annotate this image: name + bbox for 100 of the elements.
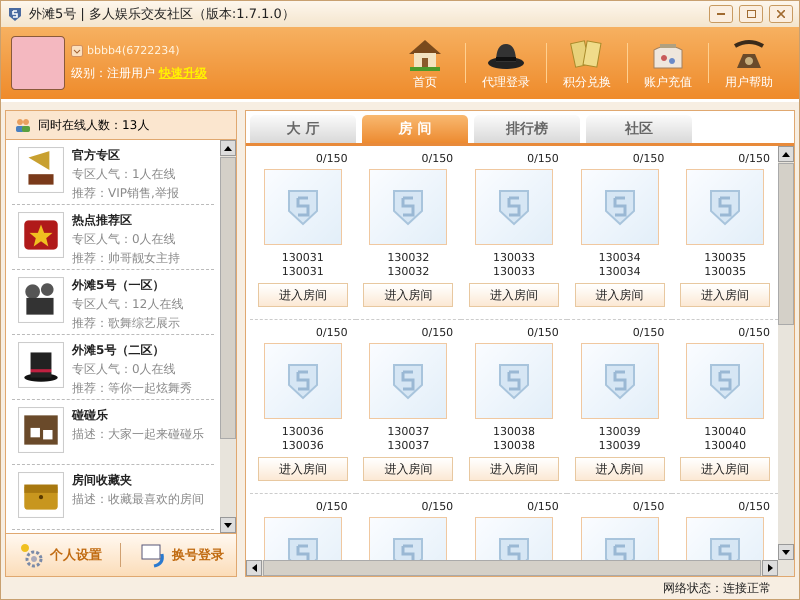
- maximize-button[interactable]: [739, 5, 763, 23]
- shield-logo-icon: [286, 187, 320, 227]
- room-number: 130035: [704, 251, 746, 265]
- room-name: 130031: [282, 265, 324, 279]
- room-number: 130034: [598, 251, 641, 265]
- room-name: 130037: [387, 439, 430, 453]
- users-icon: [14, 117, 32, 133]
- room-thumbnail[interactable]: [264, 343, 342, 419]
- zone-info: 描述：收藏最喜欢的房间: [72, 491, 204, 508]
- occupancy-count: 0/150: [738, 500, 771, 513]
- left-arrow-icon: [252, 564, 256, 572]
- down-arrow-icon: [224, 522, 232, 528]
- zone-info: 推荐：帅哥靓女主持: [72, 250, 180, 267]
- shield-logo-icon: [391, 187, 426, 227]
- zone-title: 房间收藏夹: [72, 472, 133, 489]
- room-thumbnail[interactable]: [369, 343, 448, 419]
- occupancy-count: 0/150: [527, 500, 560, 513]
- occupancy-count: 0/150: [316, 152, 349, 165]
- zone-item[interactable]: 碰碰乐 描述：大家一起来碰碰乐: [12, 400, 214, 465]
- down-arrow-icon: [782, 550, 790, 554]
- zone-info: 推荐：歌舞综艺展示: [72, 315, 181, 332]
- room-thumbnail[interactable]: [474, 343, 553, 419]
- window-title: 外滩5号 | 多人娱乐交友社区（版本:1.7.1.0）: [29, 6, 296, 23]
- up-arrow-icon: [782, 152, 790, 156]
- room-number: 130038: [492, 425, 535, 439]
- occupancy-count: 0/150: [632, 152, 666, 165]
- room-name: 130033: [492, 265, 535, 279]
- top-hat-icon: [18, 342, 64, 388]
- zone-item[interactable]: 外滩5号（二区） 专区人气：0人在线 推荐：等你一起炫舞秀: [12, 335, 214, 400]
- up-arrow-icon: [224, 146, 232, 150]
- zone-info: 专区人气：0人在线: [72, 361, 177, 378]
- room-thumbnail[interactable]: [580, 169, 659, 245]
- zone-info: 专区人气：12人在线: [72, 296, 184, 313]
- room-name: 130035: [704, 265, 746, 279]
- tab[interactable]: 大 厅: [250, 115, 356, 143]
- room-number: 130040: [704, 425, 746, 439]
- occupancy-count: 0/150: [421, 326, 454, 339]
- occupancy-count: 0/150: [316, 500, 349, 513]
- app-logo-icon: [7, 6, 23, 22]
- avatar-picture: [11, 36, 65, 90]
- enter-room-button[interactable]: 进入房间: [258, 457, 348, 481]
- room-number: 130037: [387, 425, 430, 439]
- room-number: 130032: [387, 251, 430, 265]
- shield-logo-icon: [602, 361, 637, 401]
- enter-room-button[interactable]: 进入房间: [468, 283, 559, 307]
- zone-info: 专区人气：1人在线: [72, 166, 177, 183]
- scrollbar[interactable]: [220, 140, 236, 533]
- room-name: 130034: [598, 265, 641, 279]
- zone-item[interactable]: 热点推荐区 专区人气：0人在线 推荐：帅哥靓女主持: [12, 205, 214, 270]
- room-thumbnail[interactable]: [686, 343, 764, 419]
- room-name: 130032: [387, 265, 430, 279]
- shield-logo-icon: [708, 187, 742, 227]
- room-thumbnail[interactable]: [264, 169, 342, 245]
- horizontal-scrollbar[interactable]: [246, 560, 794, 576]
- enter-room-button[interactable]: 进入房间: [680, 283, 770, 307]
- user-name: bbbb4(6722234): [87, 44, 180, 57]
- enter-room-button[interactable]: 进入房间: [468, 457, 559, 481]
- shield-logo-icon: [602, 187, 637, 227]
- shield-logo-icon: [286, 361, 320, 401]
- minimize-icon: [717, 13, 725, 15]
- zone-item[interactable]: 房间收藏夹 描述：收藏最喜欢的房间: [12, 465, 214, 530]
- minimize-button[interactable]: [709, 5, 733, 23]
- room-number: 130033: [492, 251, 535, 265]
- occupancy-count: 0/150: [738, 152, 771, 165]
- maximize-icon: [746, 10, 756, 18]
- room-number: 130036: [282, 425, 324, 439]
- room-number: 130039: [598, 425, 641, 439]
- enter-room-button[interactable]: 进入房间: [258, 283, 348, 307]
- occupancy-count: 0/150: [316, 326, 349, 339]
- zone-info: 专区人气：0人在线: [72, 231, 177, 248]
- user-level: 级别：注册用户: [71, 65, 155, 82]
- room-thumbnail[interactable]: [474, 169, 553, 245]
- zone-info: 描述：大家一起来碰碰乐: [72, 426, 204, 443]
- dropdown-icon[interactable]: [71, 44, 83, 56]
- gear-icon: [18, 542, 44, 568]
- enter-room-button[interactable]: 进入房间: [363, 283, 454, 307]
- room-name: 130039: [598, 439, 641, 453]
- close-button[interactable]: [769, 5, 793, 23]
- network-status: 网络状态：连接正常: [663, 580, 771, 596]
- occupancy-count: 0/150: [527, 152, 560, 165]
- tab[interactable]: 排行榜: [474, 115, 580, 143]
- enter-room-button[interactable]: 进入房间: [680, 457, 770, 481]
- enter-room-button[interactable]: 进入房间: [574, 457, 665, 481]
- movie-camera-icon: [18, 277, 64, 323]
- shield-logo-icon: [496, 187, 531, 227]
- online-count: 同时在线人数：13人: [38, 116, 150, 134]
- room-thumbnail[interactable]: [580, 343, 659, 419]
- close-icon: [777, 10, 785, 18]
- tab[interactable]: 社区: [586, 115, 692, 143]
- zone-title: 碰碰乐: [72, 407, 109, 424]
- zone-item[interactable]: 官方专区 专区人气：1人在线 推荐：VIP销售,举报: [12, 140, 214, 205]
- shield-logo-icon: [496, 361, 531, 401]
- right-arrow-icon: [768, 564, 772, 572]
- enter-room-button[interactable]: 进入房间: [363, 457, 454, 481]
- room-thumbnail[interactable]: [686, 169, 764, 245]
- enter-room-button[interactable]: 进入房间: [574, 283, 665, 307]
- zone-item[interactable]: 外滩5号（一区） 专区人气：12人在线 推荐：歌舞综艺展示: [12, 270, 214, 335]
- room-thumbnail[interactable]: [369, 169, 448, 245]
- scrollbar[interactable]: [778, 146, 794, 560]
- occupancy-count: 0/150: [632, 500, 666, 513]
